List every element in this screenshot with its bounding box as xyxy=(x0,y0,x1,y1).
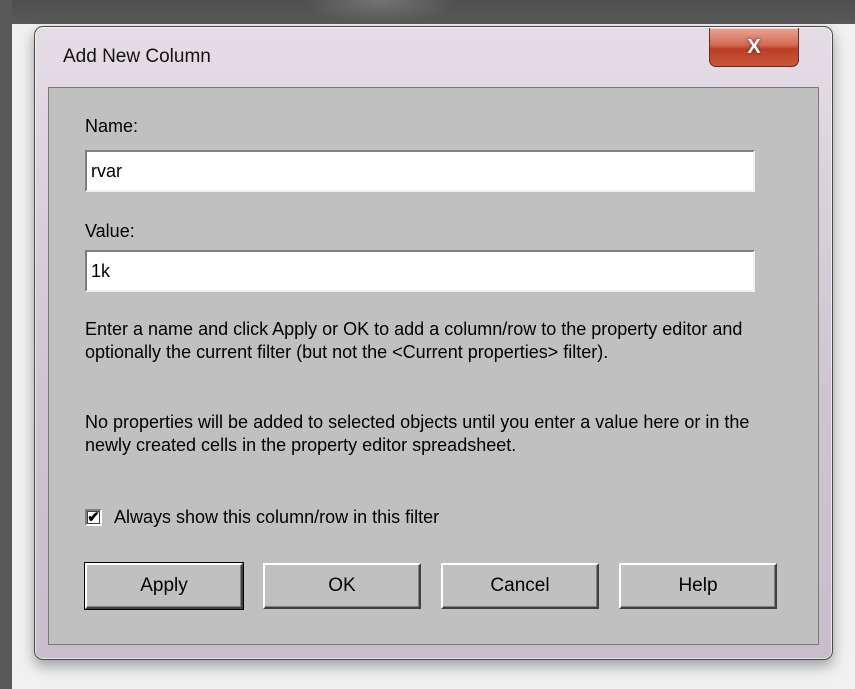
checkmark-icon: ✔ xyxy=(87,509,100,526)
add-new-column-dialog: Add New Column X Name: Value: Enter a na… xyxy=(34,26,833,660)
always-show-label[interactable]: Always show this column/row in this filt… xyxy=(114,507,439,528)
name-input[interactable] xyxy=(85,150,755,192)
always-show-option[interactable]: ✔ Always show this column/row in this fi… xyxy=(85,507,439,528)
desktop-edge xyxy=(0,0,12,689)
help-text-properties: No properties will be added to selected … xyxy=(85,412,750,455)
always-show-checkbox[interactable]: ✔ xyxy=(85,509,102,526)
name-label: Name: xyxy=(85,116,139,136)
help-text-apply: Enter a name and click Apply or OK to ad… xyxy=(85,319,743,362)
close-icon: X xyxy=(747,35,761,58)
close-button[interactable]: X xyxy=(709,28,799,67)
cancel-button[interactable]: Cancel xyxy=(441,563,599,609)
help-button[interactable]: Help xyxy=(619,563,777,609)
ok-button[interactable]: OK xyxy=(263,563,421,609)
value-input[interactable] xyxy=(85,250,755,292)
dialog-client-area: Name: Value: Enter a name and click Appl… xyxy=(48,87,819,645)
desktop-highlight xyxy=(300,0,460,24)
dialog-title: Add New Column xyxy=(63,46,211,67)
value-label: Value: xyxy=(85,221,135,241)
apply-button[interactable]: Apply xyxy=(84,562,244,610)
